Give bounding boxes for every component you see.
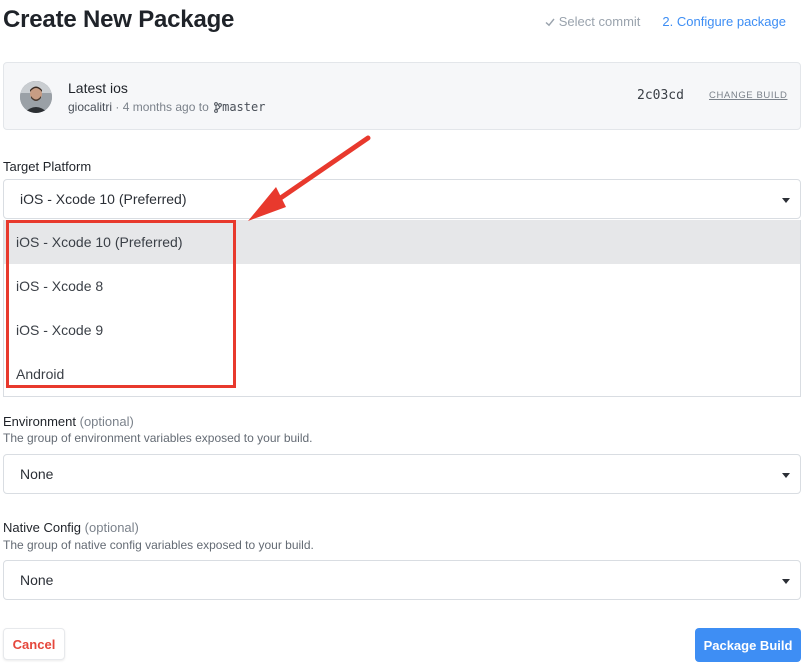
stepper: Select commit 2. Configure package [545, 14, 786, 29]
build-author: giocalitri [68, 100, 113, 114]
build-card: Latest ios giocalitri · 4 months ago to … [3, 62, 801, 130]
native-config-label: Native Config (optional) [3, 520, 139, 535]
target-platform-select[interactable]: iOS - Xcode 10 (Preferred) [3, 179, 801, 219]
environment-optional: (optional) [79, 414, 134, 429]
change-build-link[interactable]: CHANGE BUILD [709, 90, 787, 101]
environment-label-text: Environment [3, 414, 76, 429]
native-config-value: None [20, 572, 54, 588]
meta-separator: · [112, 100, 123, 114]
check-icon [545, 17, 555, 27]
chevron-down-icon [782, 473, 790, 478]
step-select-commit[interactable]: Select commit [545, 14, 641, 29]
package-build-button[interactable]: Package Build [695, 628, 801, 662]
annotation-arrow-icon [248, 135, 371, 221]
target-platform-value: iOS - Xcode 10 (Preferred) [20, 191, 187, 207]
commit-hash: 2c03cd [637, 88, 684, 103]
annotation-highlight-box [6, 220, 236, 388]
step-select-commit-label: Select commit [558, 14, 641, 29]
target-platform-label: Target Platform [3, 159, 92, 174]
branch-icon [214, 102, 222, 116]
page-title: Create New Package [3, 6, 235, 33]
native-config-label-text: Native Config [3, 520, 82, 535]
step-configure-package[interactable]: 2. Configure package [662, 14, 786, 29]
avatar [20, 81, 52, 113]
branch-name: master [222, 100, 266, 114]
native-config-help: The group of native config variables exp… [3, 538, 314, 552]
build-meta: giocalitri · 4 months ago to master [68, 100, 265, 116]
environment-select[interactable]: None [3, 454, 801, 494]
build-title: Latest ios [68, 80, 128, 96]
chevron-down-icon [782, 198, 790, 203]
environment-label: Environment (optional) [3, 414, 134, 429]
environment-help: The group of environment variables expos… [3, 431, 313, 445]
native-config-select[interactable]: None [3, 560, 801, 600]
environment-value: None [20, 466, 54, 482]
build-time: 4 months ago to [122, 100, 209, 114]
native-config-optional: (optional) [84, 520, 139, 535]
cancel-button[interactable]: Cancel [3, 628, 65, 660]
chevron-down-icon [782, 579, 790, 584]
